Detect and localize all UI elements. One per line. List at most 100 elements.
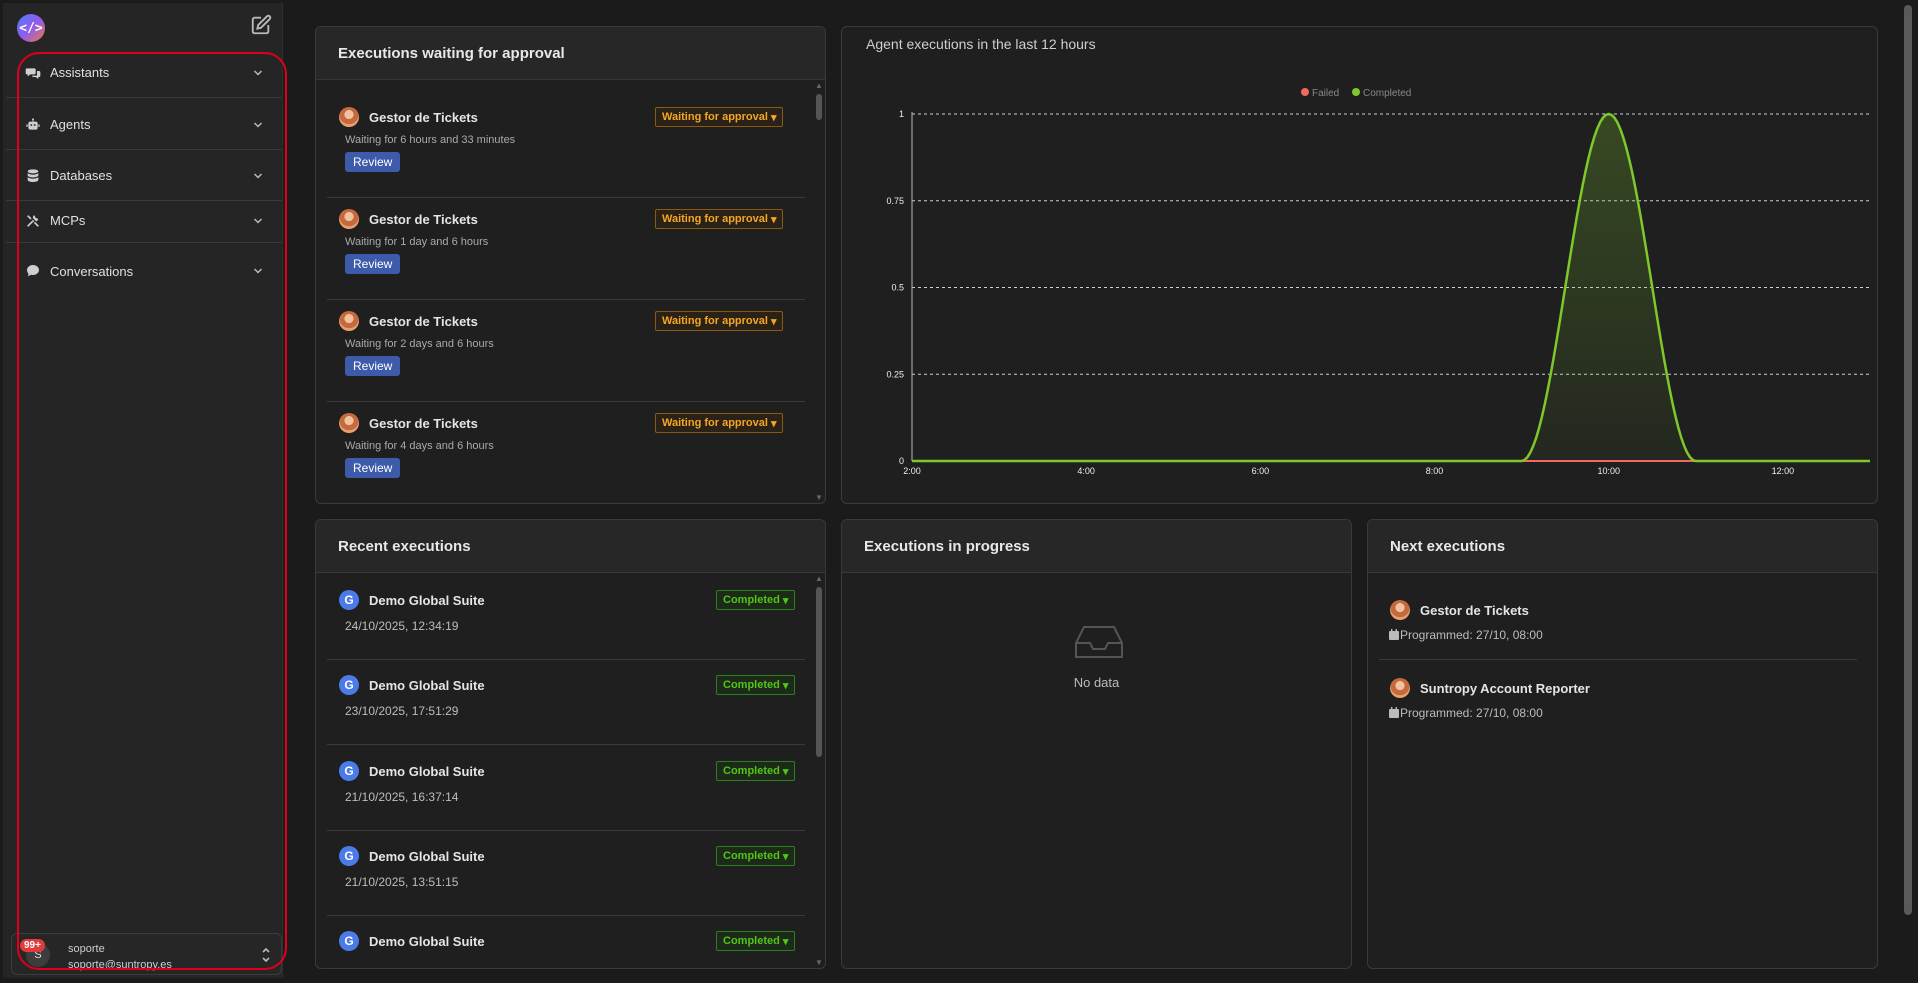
sidebar-item-label: Assistants — [50, 65, 110, 80]
status-badge[interactable]: Waiting for approval ▾ — [655, 209, 784, 229]
agent-name: Gestor de Tickets — [369, 314, 478, 329]
assistants-icon — [25, 67, 41, 79]
y-tick-label: 0.25 — [886, 369, 904, 379]
database-icon — [27, 168, 39, 182]
scroll-down-icon[interactable]: ▼ — [815, 959, 823, 967]
execution-date: 21/10/2025, 16:37:14 — [345, 790, 459, 804]
avatar — [1390, 600, 1410, 620]
chevron-down-icon — [253, 121, 263, 128]
new-chat-icon[interactable] — [250, 14, 272, 36]
sidebar-item-label: Conversations — [50, 263, 134, 279]
chart-panel: Agent executions in the last 12 hours 00… — [841, 26, 1878, 504]
completed-area — [912, 114, 1870, 461]
sidebar-item-label: Databases — [50, 168, 113, 183]
completed-series-line — [912, 112, 1870, 463]
status-badge[interactable]: Completed ▾ — [716, 846, 796, 866]
list-item: Gestor de Tickets Waiting for approval ▾ … — [327, 98, 805, 198]
executions-chart: 00.250.50.7512:00 4:00 6:00 8:00 10:00 12:00F… — [886, 88, 1870, 476]
y-tick-label: 0.75 — [886, 196, 904, 206]
avatar — [339, 413, 359, 433]
app-root: </> Assistants Agents Databases MCPs Con… — [0, 0, 1918, 983]
scroll-down-icon[interactable]: ▼ — [815, 494, 823, 502]
caret-down-icon: ▾ — [782, 935, 789, 948]
agent-name: Suntropy Account Reporter — [1420, 681, 1590, 696]
panel-title: Executions in progress — [842, 520, 1351, 573]
chevron-down-icon — [253, 69, 263, 76]
review-button[interactable]: Review — [345, 152, 401, 172]
scrollbar[interactable]: ▲ ▼ — [815, 575, 823, 967]
user-name: soporte — [68, 943, 105, 955]
panel-title: Recent executions — [316, 520, 825, 573]
page-scrollbar[interactable] — [1904, 5, 1912, 915]
sidebar: </> Assistants Agents Databases MCPs Con… — [3, 3, 283, 978]
execution-date: 24/10/2025, 12:34:19 — [345, 619, 459, 633]
chevron-down-icon — [253, 172, 263, 179]
wait-time: Waiting for 1 day and 6 hours — [345, 236, 489, 248]
sidebar-item-label: MCPs — [50, 213, 86, 228]
review-button[interactable]: Review — [345, 356, 401, 376]
status-badge[interactable]: Completed ▾ — [716, 590, 796, 610]
scroll-up-icon[interactable]: ▲ — [815, 82, 823, 90]
execution-date: 21/10/2025, 13:51:15 — [345, 875, 459, 889]
list-item: G Demo Global Suite Completed ▾ 21/10/202… — [327, 831, 805, 916]
sidebar-item-conversations[interactable]: Conversations — [6, 246, 282, 296]
next-panel: Next executions Gestor de Tickets Progra… — [1367, 519, 1878, 969]
panel-title: Next executions — [1368, 520, 1877, 573]
status-badge[interactable]: Completed ▾ — [716, 931, 796, 951]
panel-title: Executions waiting for approval — [316, 27, 825, 80]
progress-panel: Executions in progress No data — [841, 519, 1352, 969]
sidebar-item-agents[interactable]: Agents — [6, 100, 282, 150]
execution-name: Demo Global Suite — [369, 593, 485, 608]
status-badge[interactable]: Waiting for approval ▾ — [655, 311, 784, 331]
status-badge[interactable]: Completed ▾ — [716, 761, 796, 781]
agent-name: Gestor de Tickets — [369, 212, 478, 227]
approvals-panel: Executions waiting for approval Gestor d… — [315, 26, 826, 504]
status-label: Completed — [723, 765, 780, 777]
scroll-up-icon[interactable]: ▲ — [815, 575, 823, 583]
execution-name: Demo Global Suite — [369, 849, 485, 864]
list-item: Gestor de Tickets Waiting for approval ▾ … — [327, 404, 805, 503]
empty-inbox-icon — [1075, 626, 1123, 658]
robot-icon — [26, 117, 40, 130]
suite-logo-icon: G — [339, 846, 359, 866]
review-button[interactable]: Review — [345, 254, 401, 274]
status-badge[interactable]: Waiting for approval ▾ — [655, 413, 784, 433]
avatar — [339, 107, 359, 127]
sidebar-item-label: Agents — [50, 117, 91, 132]
y-tick-label: 1 — [899, 109, 904, 119]
sidebar-item-mcps[interactable]: MCPs — [6, 199, 282, 243]
legend-completed-marker — [1352, 88, 1360, 96]
x-tick-label: 8:00 — [1426, 466, 1444, 476]
list-item: G Demo Global Suite Completed ▾ 24/10/202… — [327, 575, 805, 660]
programmed-time: Programmed: 27/10, 08:00 — [1400, 628, 1543, 642]
calendar-icon — [1389, 629, 1399, 640]
suite-logo-icon: G — [339, 590, 359, 610]
chevron-up-down-icon[interactable] — [261, 945, 271, 965]
empty-state-text: No data — [1073, 675, 1120, 690]
status-label: Waiting for approval — [662, 417, 768, 429]
list-item: Suntropy Account Reporter Programmed: 27… — [1379, 664, 1857, 738]
status-label: Waiting for approval — [662, 213, 768, 225]
list-item: Gestor de Tickets Waiting for approval ▾ … — [327, 200, 805, 300]
scroll-thumb[interactable] — [816, 587, 822, 757]
sidebar-item-databases[interactable]: Databases — [6, 151, 282, 201]
x-tick-label: 4:00 — [1077, 466, 1095, 476]
notification-badge: 99+ — [20, 939, 45, 952]
caret-down-icon: ▾ — [782, 679, 789, 692]
legend-failed-marker — [1301, 88, 1309, 96]
x-tick-label: 2:00 — [903, 466, 921, 476]
avatar — [1390, 678, 1410, 698]
agent-name: Gestor de Tickets — [1420, 603, 1529, 618]
status-badge[interactable]: Completed ▾ — [716, 675, 796, 695]
status-badge[interactable]: Waiting for approval ▾ — [655, 107, 784, 127]
status-label: Completed — [723, 935, 780, 947]
review-button[interactable]: Review — [345, 458, 401, 478]
user-menu[interactable]: S 99+ soporte soporte@suntropy.es — [11, 933, 282, 975]
chevron-down-icon — [253, 268, 263, 274]
app-logo-icon[interactable]: </> — [17, 14, 45, 42]
scroll-thumb[interactable] — [816, 94, 822, 120]
scrollbar[interactable]: ▲ ▼ — [815, 82, 823, 502]
wait-time: Waiting for 6 hours and 33 minutes — [345, 134, 516, 146]
sidebar-item-assistants[interactable]: Assistants — [6, 48, 282, 98]
caret-down-icon: ▾ — [770, 315, 777, 328]
